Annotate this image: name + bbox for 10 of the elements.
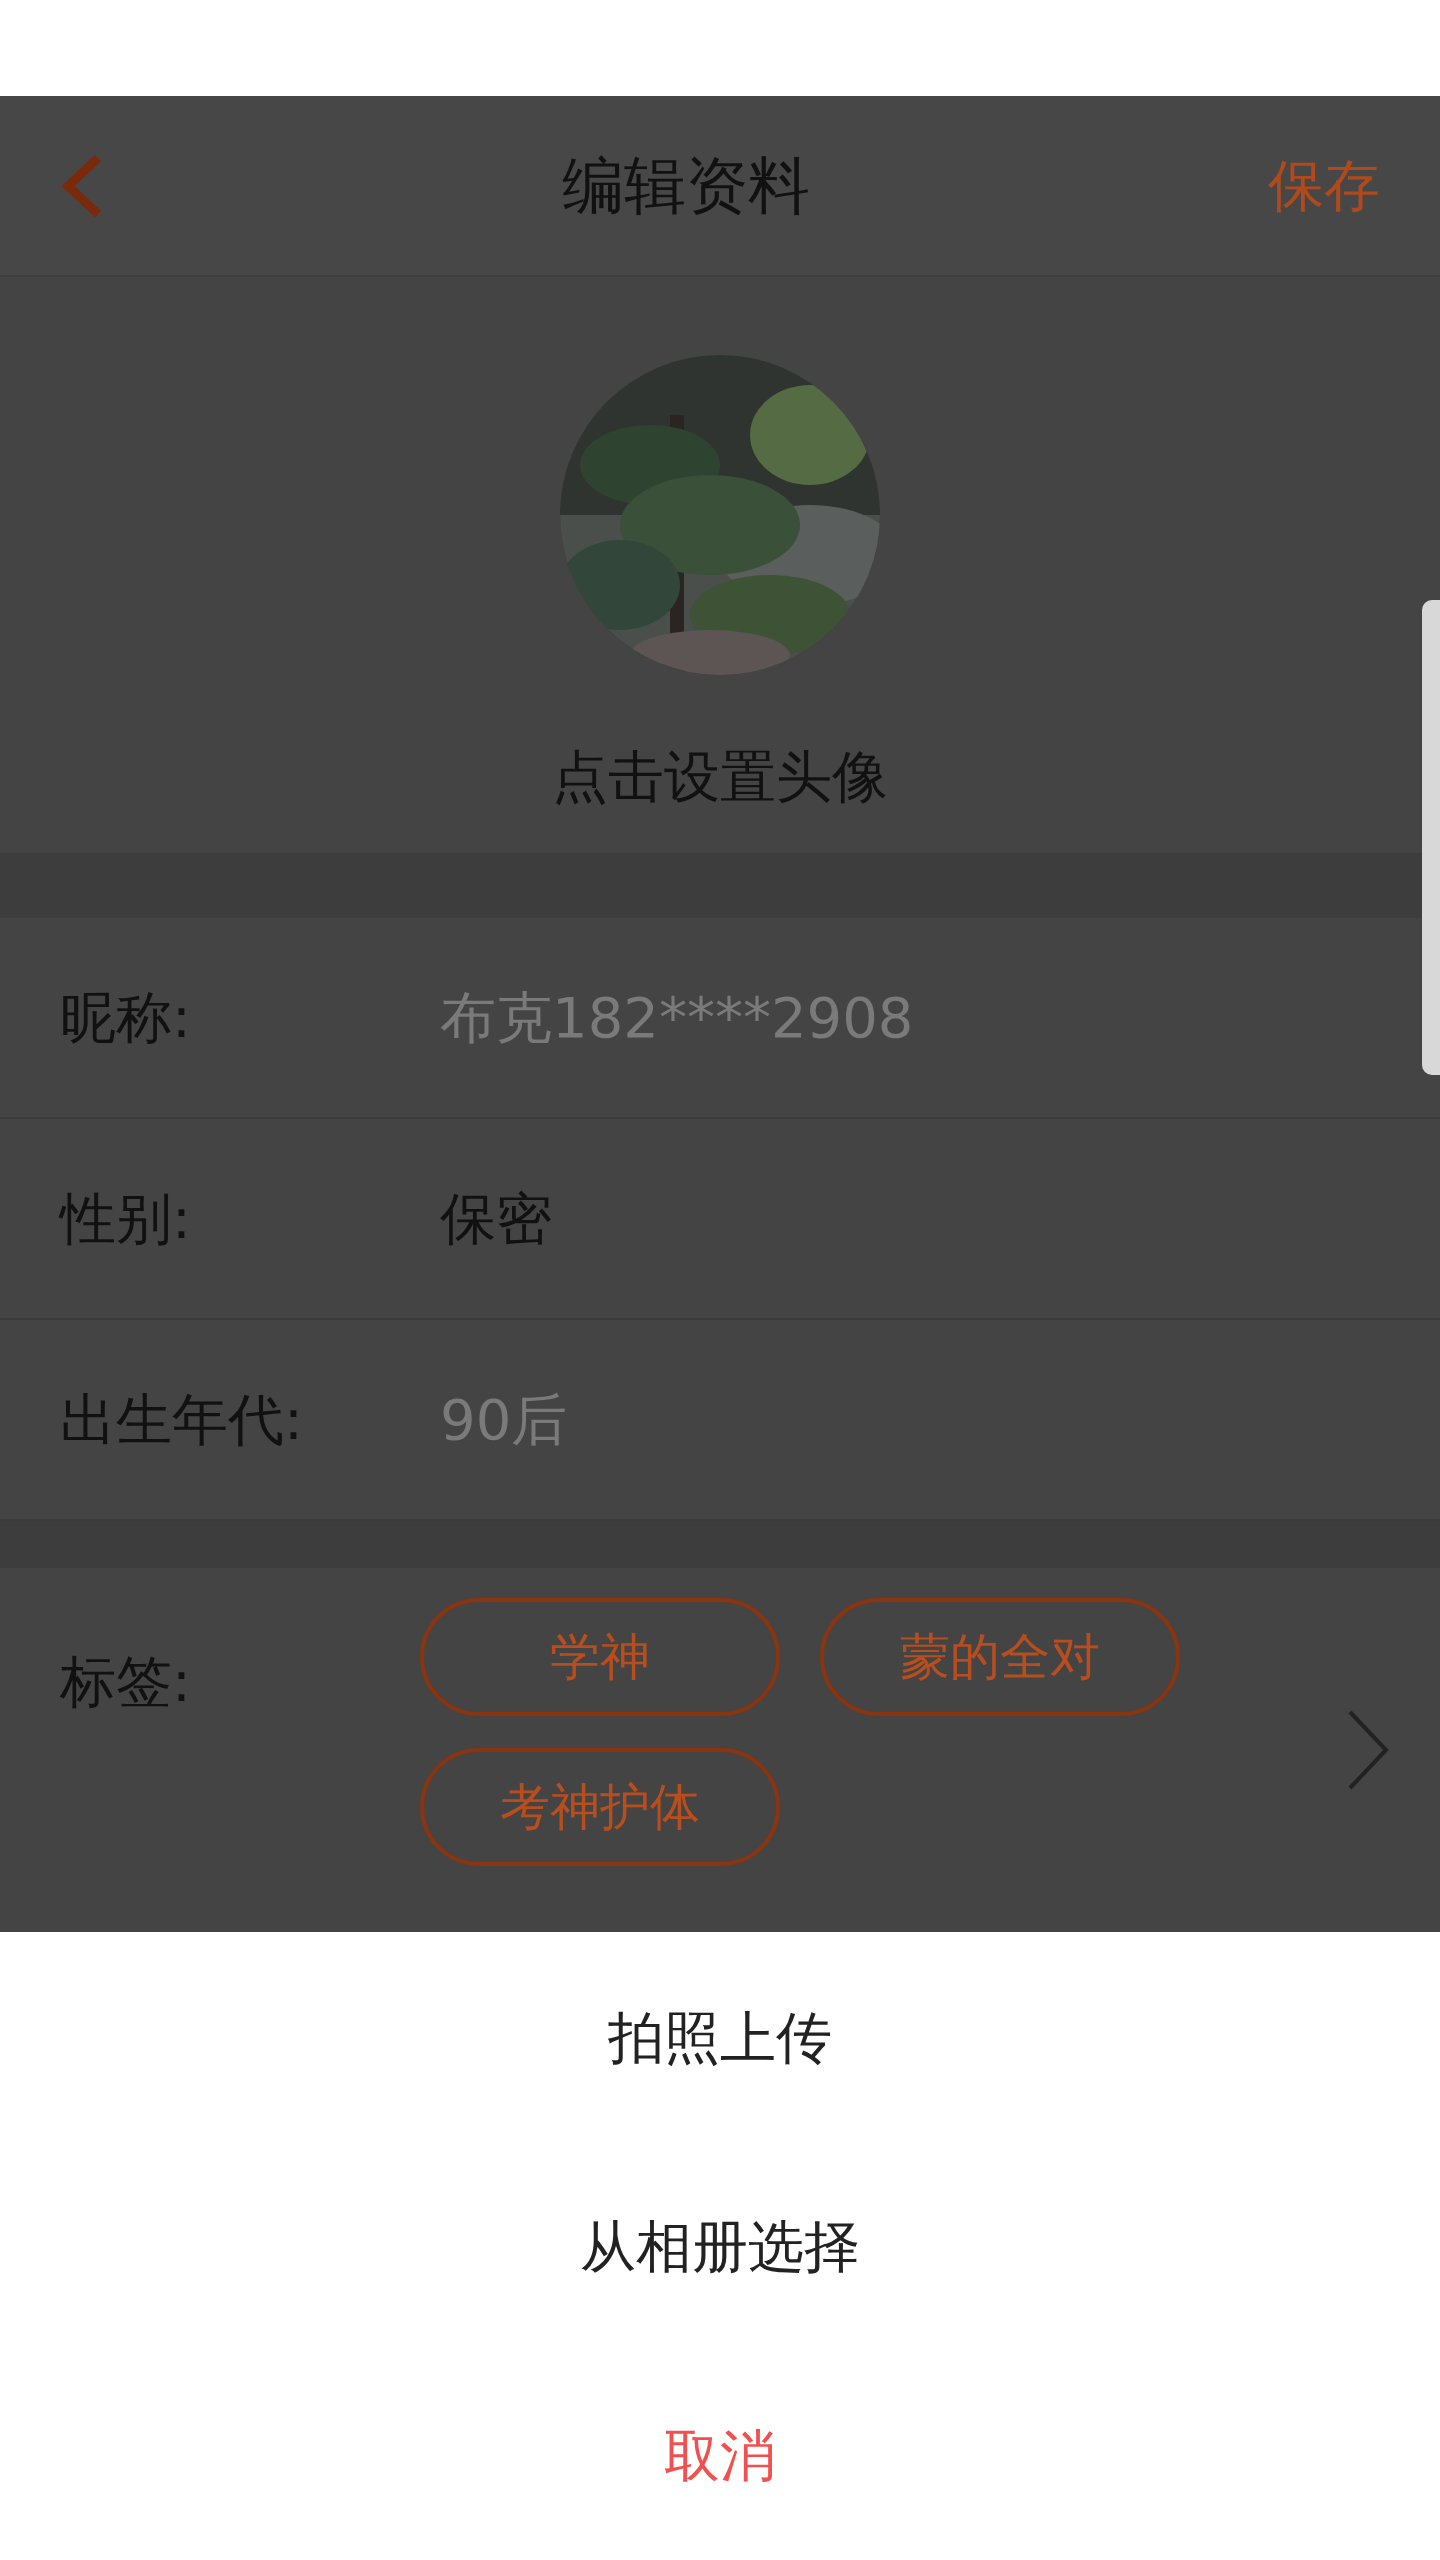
cancel-button[interactable]: 取消 [0, 2351, 1440, 2560]
tag-chip[interactable]: 考神护体 [420, 1748, 780, 1866]
save-button[interactable]: 保存 [1268, 143, 1380, 228]
tag-chip[interactable]: 学神 [420, 1598, 780, 1716]
tag-chip[interactable]: 蒙的全对 [820, 1598, 1180, 1716]
scroll-handle[interactable] [1422, 600, 1440, 1075]
chevron-right-icon[interactable] [1346, 1708, 1390, 1792]
sheet-option[interactable]: 拍照上传 [0, 1934, 1440, 2143]
sheet-option[interactable]: 从相册选择 [0, 2142, 1440, 2352]
back-icon[interactable] [60, 153, 104, 218]
